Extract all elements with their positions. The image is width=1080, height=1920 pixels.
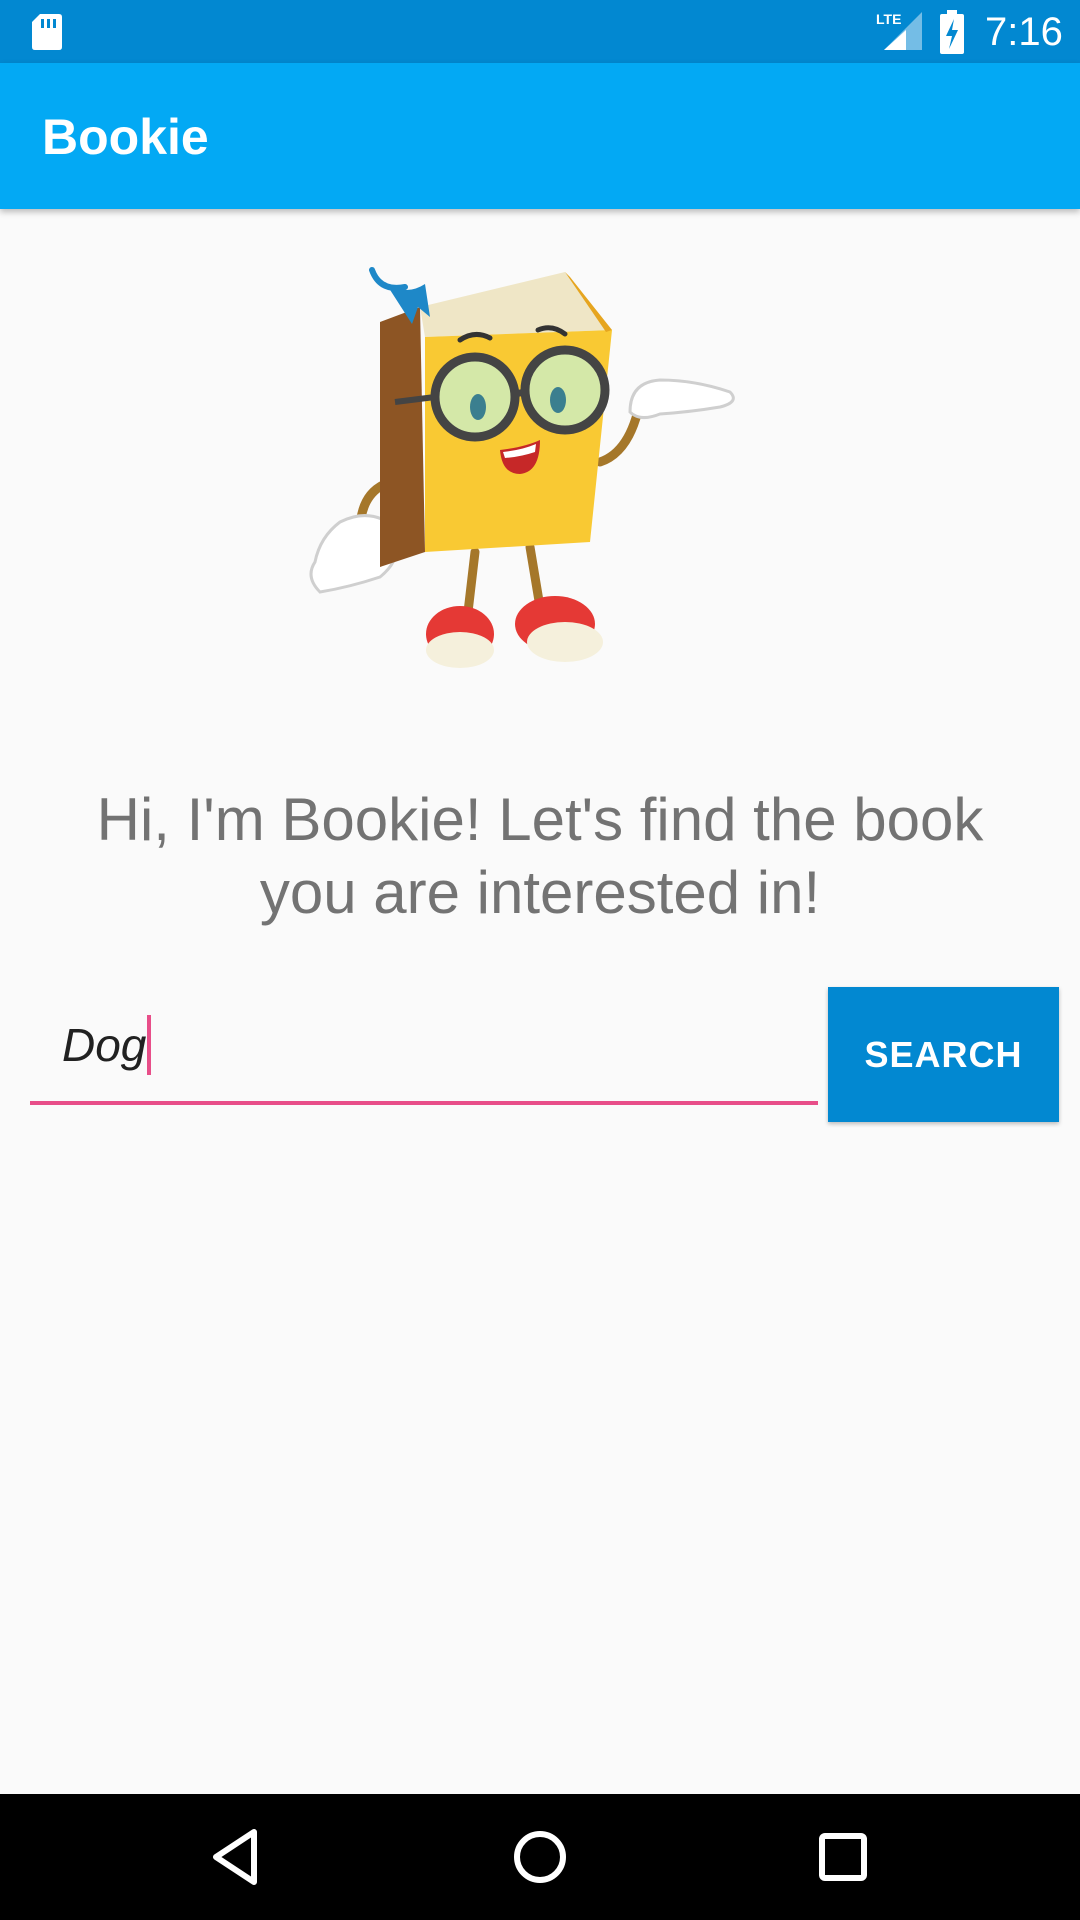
app-bar: Bookie bbox=[0, 63, 1080, 209]
status-bar: LTE 7:16 bbox=[0, 0, 1080, 63]
app-title: Bookie bbox=[42, 109, 209, 165]
welcome-message: Hi, I'm Bookie! Let's find the book you … bbox=[40, 783, 1040, 929]
lte-label: LTE bbox=[876, 11, 901, 27]
bookie-mascot-icon bbox=[309, 267, 735, 668]
lte-signal-icon: LTE bbox=[876, 11, 922, 50]
recents-icon[interactable] bbox=[808, 1822, 878, 1892]
welcome-line-2: you are interested in! bbox=[259, 859, 821, 926]
text-cursor bbox=[147, 1015, 152, 1075]
home-icon[interactable] bbox=[505, 1822, 575, 1892]
search-input[interactable]: Dog bbox=[30, 995, 818, 1105]
sd-card-icon bbox=[32, 14, 62, 50]
navigation-bar bbox=[0, 1794, 1080, 1920]
welcome-line-1: Hi, I'm Bookie! Let's find the book bbox=[96, 786, 984, 853]
status-time: 7:16 bbox=[985, 10, 1063, 54]
battery-charging-icon bbox=[940, 10, 964, 54]
back-icon[interactable] bbox=[202, 1822, 272, 1892]
search-button[interactable]: SEARCH bbox=[828, 987, 1059, 1122]
search-input-text: Dog bbox=[62, 1015, 152, 1075]
search-input-value: Dog bbox=[62, 1019, 147, 1071]
